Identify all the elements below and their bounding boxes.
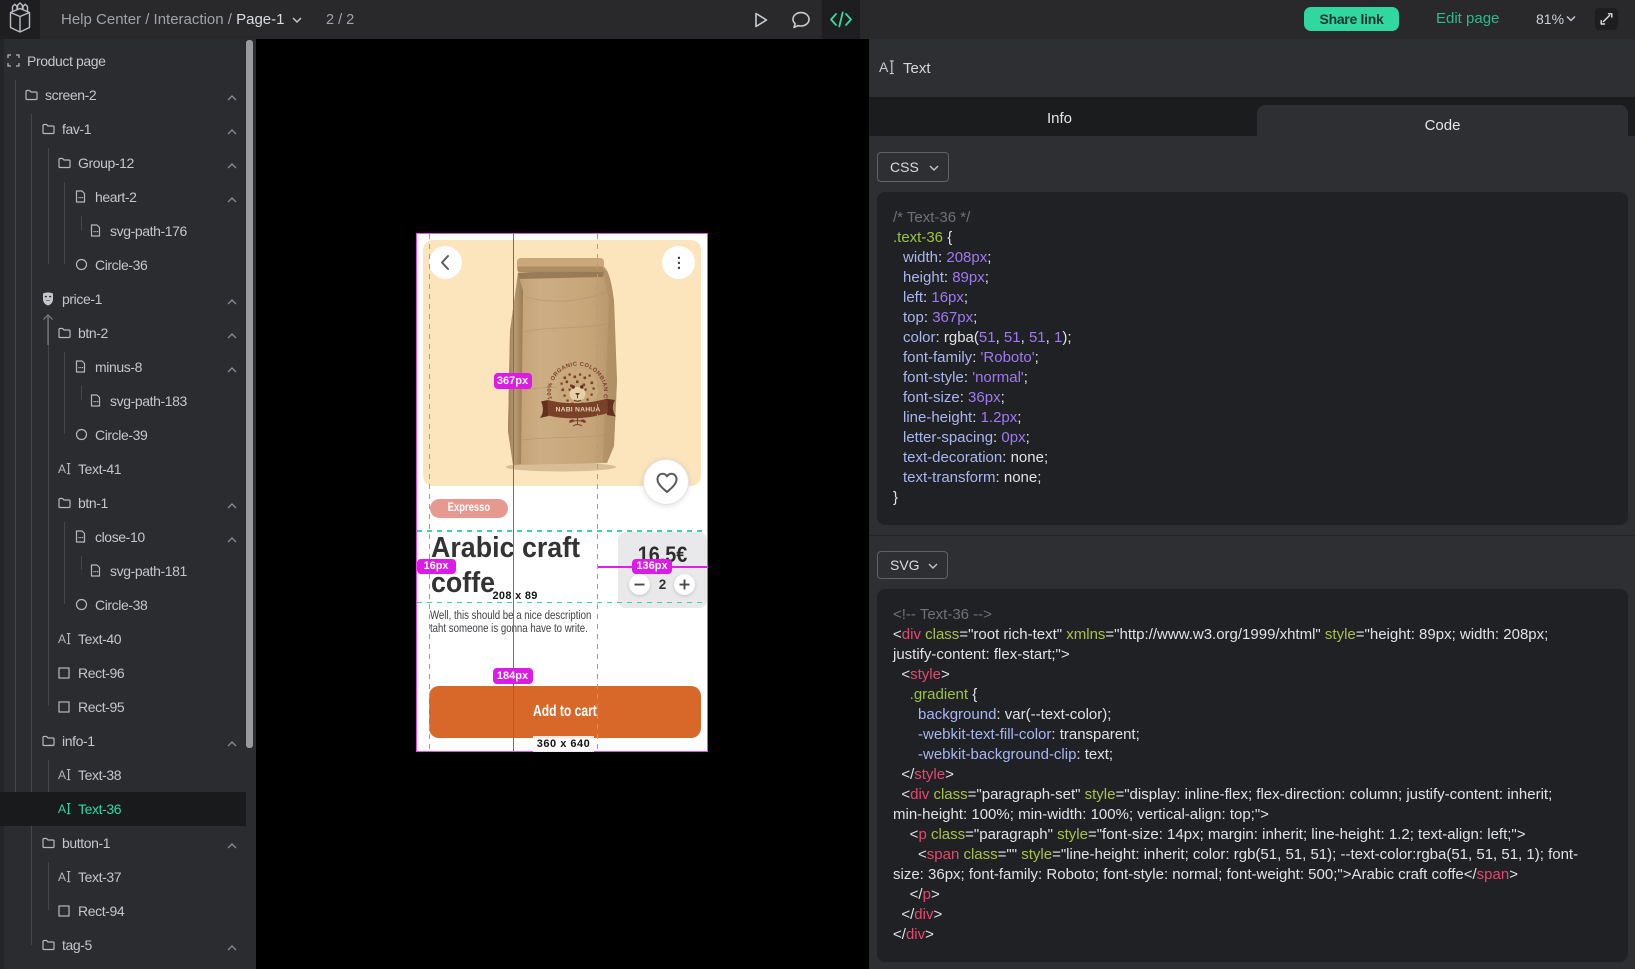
svg-text:A: A (58, 632, 66, 645)
svg-text:A: A (879, 59, 889, 75)
svg-text:A: A (58, 462, 66, 475)
svg-text:A: A (58, 802, 66, 815)
svg-text:A: A (58, 870, 66, 883)
svg-text:A: A (58, 768, 66, 781)
svg-text:NABI NAHUA: NABI NAHUA (555, 407, 600, 414)
